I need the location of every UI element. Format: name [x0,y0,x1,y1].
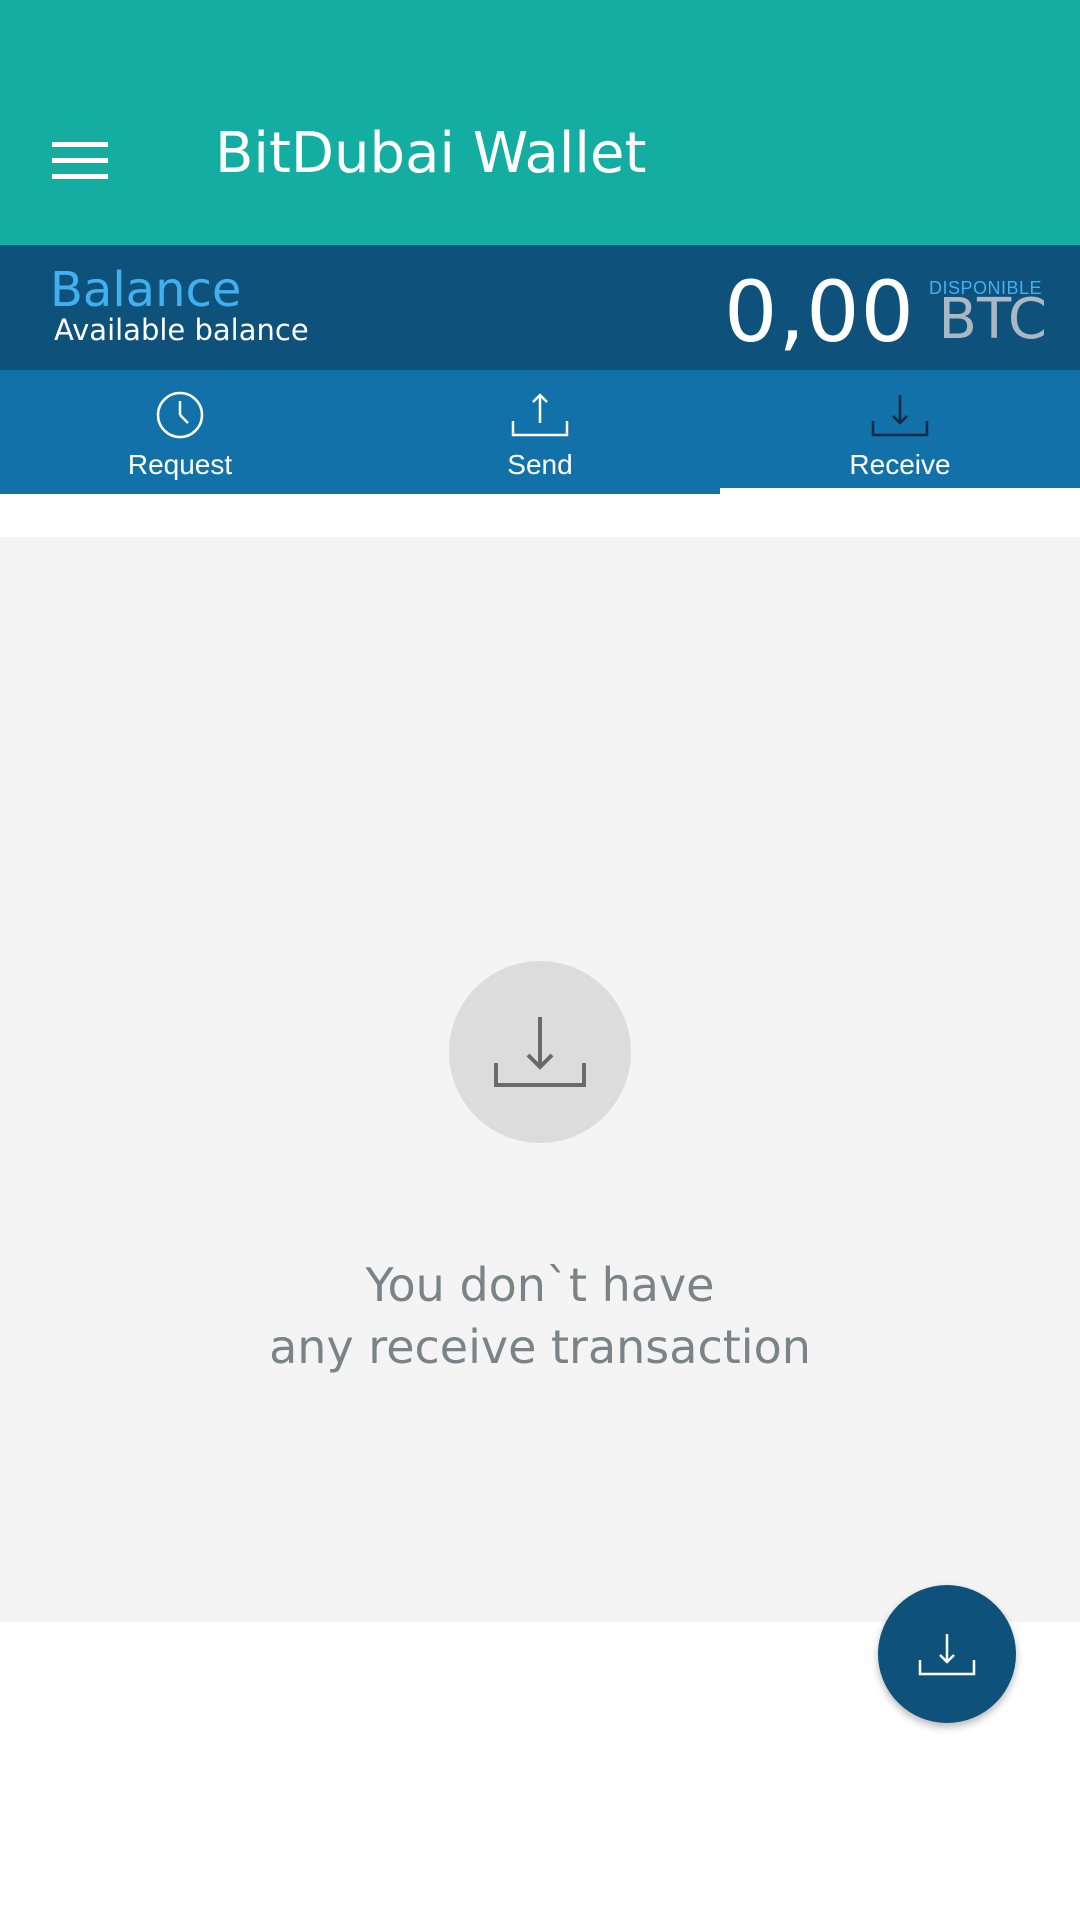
balance-subtitle: Available balance [54,313,309,347]
wallet-screen: BitDubai Wallet Balance Available balanc… [0,0,1080,1920]
menu-button[interactable] [40,120,120,200]
empty-state-icon-circle [449,961,631,1143]
tab-receive-label: Receive [849,449,951,480]
tab-receive[interactable]: Receive [720,370,1080,494]
download-icon [918,1634,976,1676]
clock-icon [156,391,204,439]
tab-request-label: Request [127,449,233,480]
balance-title: Balance [50,262,242,318]
tab-send-label: Send [507,449,573,480]
tab-bar: Request Send Receive [0,370,1080,494]
empty-state-message-line1: You don`t have [365,1258,715,1312]
app-bar: BitDubai Wallet [0,0,1080,245]
app-title: BitDubai Wallet [215,121,647,186]
balance-unit: BTC [938,287,1047,352]
download-icon [871,395,929,437]
download-icon [494,1017,586,1087]
tab-send[interactable]: Send [360,370,720,494]
tab-request[interactable]: Request [0,370,360,494]
empty-state-message-line2: any receive transaction [269,1320,811,1374]
upload-icon [511,393,569,437]
balance-amount: 0,00 [723,263,915,361]
active-tab-indicator [720,488,1080,494]
receive-fab-button[interactable] [878,1585,1016,1723]
hamburger-menu-icon [52,142,108,179]
